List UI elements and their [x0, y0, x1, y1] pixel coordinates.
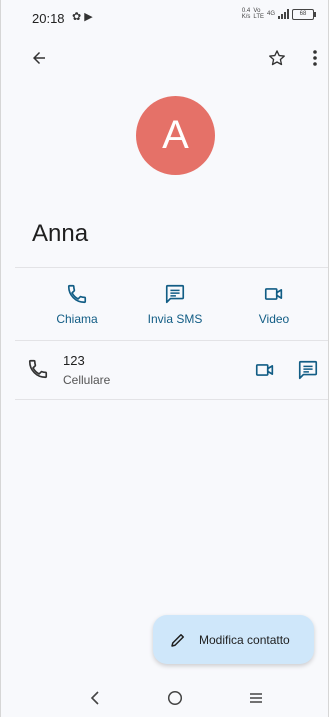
status-time: 20:18 — [32, 11, 65, 26]
contact-detail-screen: 20:18 ✿ ▶ 0.4 K/s Vo LTE 4G 68 A Anna Ch… — [0, 0, 329, 717]
videocam-icon — [255, 364, 274, 376]
sms-action-label: Invia SMS — [147, 312, 203, 326]
message-icon — [165, 284, 185, 304]
more-vert-icon — [313, 50, 317, 66]
video-action-label: Video — [258, 312, 290, 326]
more-options-button[interactable] — [303, 44, 327, 72]
favorite-button[interactable] — [263, 44, 291, 72]
edit-pencil-icon — [171, 633, 184, 647]
quick-actions: Chiama Invia SMS Video — [15, 268, 328, 340]
status-right-icons: 0.4 K/s Vo LTE 4G 68 — [241, 8, 316, 20]
nav-home-button[interactable] — [160, 686, 190, 710]
star-outline-icon — [269, 50, 285, 66]
contact-name: Anna — [32, 220, 89, 247]
video-call-button[interactable] — [251, 356, 279, 384]
edit-contact-button[interactable]: Modifica contatto — [153, 615, 314, 664]
videocam-icon — [264, 288, 283, 300]
status-notification-icons: ✿ ▶ — [72, 11, 93, 23]
phone-number-row[interactable]: 123 Cellulare — [15, 340, 328, 400]
navigation-bar — [1, 680, 328, 717]
back-button[interactable] — [25, 44, 53, 72]
call-action-label: Chiama — [56, 312, 98, 326]
network-type-indicator: Vo LTE — [253, 8, 264, 20]
net-speed-indicator: 0.4 K/s — [241, 8, 251, 20]
sms-action-button[interactable]: Invia SMS — [125, 268, 225, 340]
message-icon — [298, 360, 318, 380]
chevron-left-icon — [90, 691, 99, 705]
home-circle-icon — [167, 690, 183, 706]
signal-icon — [278, 9, 289, 19]
arrow-left-icon — [33, 52, 45, 64]
nav-back-button[interactable] — [80, 686, 110, 710]
battery-icon: 68 — [292, 8, 316, 20]
phone-icon — [28, 359, 48, 379]
contact-avatar[interactable]: A — [136, 96, 215, 175]
nav-recents-button[interactable] — [241, 686, 271, 710]
status-bar: 20:18 ✿ ▶ 0.4 K/s Vo LTE 4G 68 — [1, 0, 328, 30]
video-action-button[interactable]: Video — [224, 268, 324, 340]
phone-icon — [67, 284, 87, 304]
send-sms-button[interactable] — [294, 356, 322, 384]
divider — [15, 399, 328, 400]
call-action-button[interactable]: Chiama — [27, 268, 127, 340]
sig-label: 4G — [266, 11, 275, 17]
edit-contact-label: Modifica contatto — [199, 632, 290, 647]
phone-type: Cellulare — [63, 373, 111, 387]
menu-icon — [250, 693, 262, 703]
phone-number: 123 — [63, 353, 85, 368]
